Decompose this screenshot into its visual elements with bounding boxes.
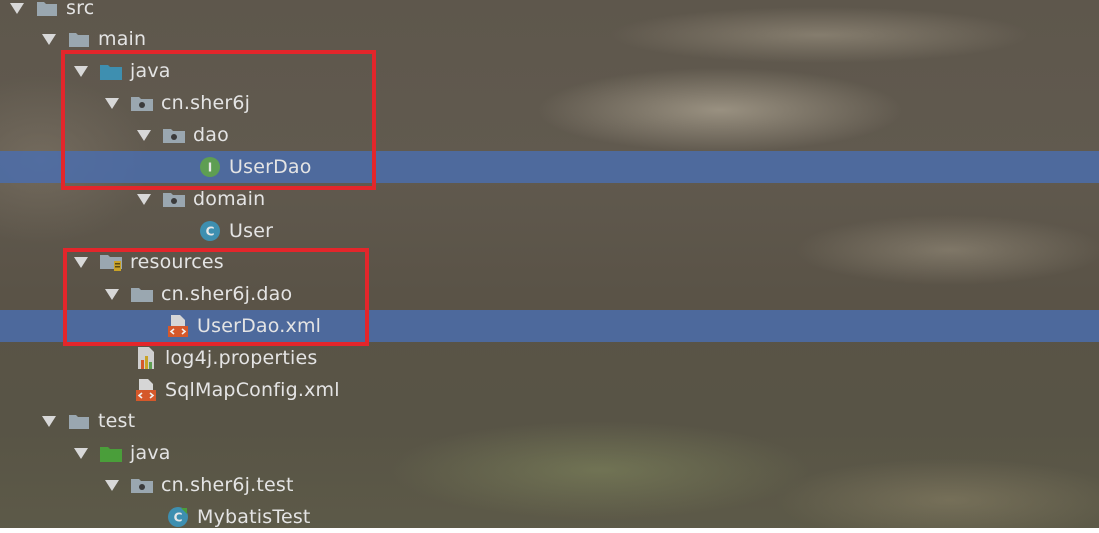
tree-node-label: User — [229, 220, 274, 242]
package-icon — [163, 188, 185, 210]
bottom-edge — [0, 528, 1099, 533]
tree-node-label: java — [130, 442, 171, 464]
tree-node-label: test — [98, 410, 136, 432]
svg-text:C: C — [174, 511, 183, 525]
properties-file-icon — [135, 347, 157, 369]
tree-node-label: log4j.properties — [165, 347, 318, 369]
tree-node-label: cn.sher6j.test — [161, 474, 294, 496]
expand-arrow-icon[interactable] — [40, 405, 58, 437]
folder-icon — [36, 0, 58, 19]
tree-row-test[interactable]: test — [0, 405, 1099, 437]
tree-row-java-test-source[interactable]: java — [0, 437, 1099, 469]
highlight-box-java-dao — [61, 50, 376, 190]
svg-text:C: C — [206, 225, 215, 239]
expand-arrow-icon[interactable] — [103, 469, 121, 501]
package-icon — [131, 474, 153, 496]
tree-row-sqlmapconfig-xml[interactable]: SqlMapConfig.xml — [0, 374, 1099, 406]
test-class-icon: C — [167, 506, 189, 528]
folder-icon — [68, 28, 90, 50]
tree-node-label: src — [66, 0, 95, 19]
tree-row-user-class[interactable]: C User — [0, 215, 1099, 247]
tree-row-package-cn-sher6j-test[interactable]: cn.sher6j.test — [0, 469, 1099, 501]
xml-file-icon — [135, 379, 157, 401]
expand-arrow-icon[interactable] — [72, 437, 90, 469]
folder-icon — [68, 410, 90, 432]
tree-row-log4j-properties[interactable]: log4j.properties — [0, 342, 1099, 374]
test-source-folder-icon — [100, 442, 122, 464]
class-icon: C — [199, 220, 221, 242]
highlight-box-resources-dao — [63, 248, 369, 346]
tree-row-src[interactable]: src — [0, 0, 1099, 24]
tree-node-label: SqlMapConfig.xml — [165, 379, 340, 401]
expand-arrow-icon[interactable] — [8, 0, 26, 24]
expand-arrow-icon[interactable] — [40, 23, 58, 55]
